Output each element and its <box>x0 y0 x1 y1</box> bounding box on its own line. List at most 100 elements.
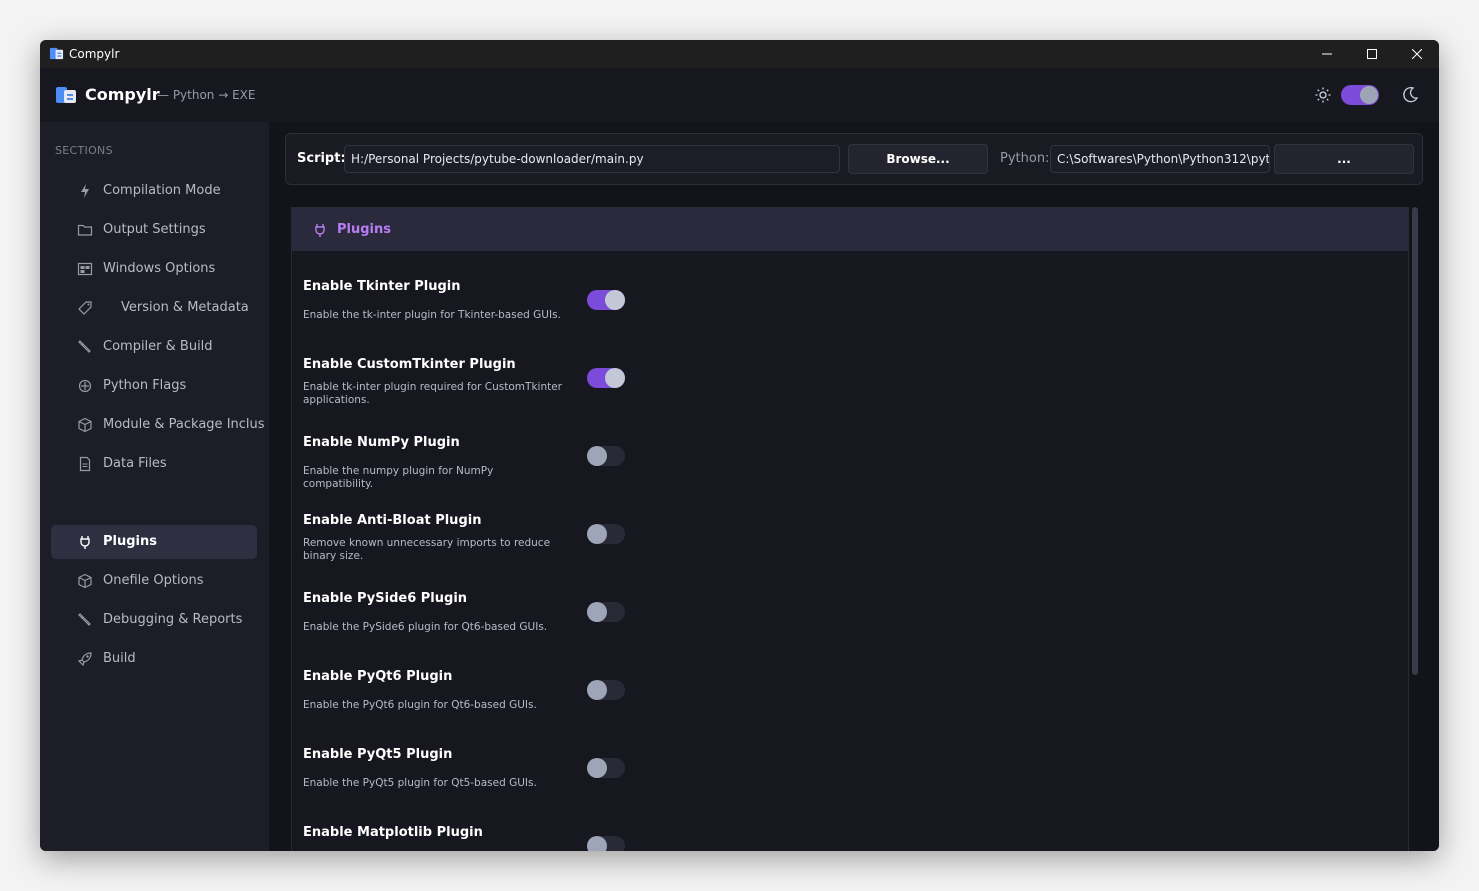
plugin-title: Enable CustomTkinter Plugin <box>303 357 516 372</box>
maximize-button[interactable] <box>1349 40 1394 68</box>
minimize-icon <box>1321 53 1332 55</box>
pyqt5-plugin-toggle[interactable] <box>587 758 625 778</box>
app-subtitle: — Python → EXE <box>157 88 256 102</box>
plugin-row-anti-bloat: Enable Anti-Bloat Plugin Remove known un… <box>303 513 633 591</box>
close-button[interactable] <box>1394 40 1439 68</box>
toggle-knob <box>605 368 625 388</box>
wrench-icon <box>78 340 91 353</box>
app-logo-icon <box>56 87 76 103</box>
toggle-knob <box>587 680 607 700</box>
plugin-title: Enable PySide6 Plugin <box>303 591 468 606</box>
plug-icon <box>315 224 325 237</box>
matplotlib-plugin-toggle[interactable] <box>587 836 625 851</box>
moon-icon <box>1403 87 1419 103</box>
script-label: Script: <box>297 151 346 166</box>
plugin-row-customtkinter: Enable CustomTkinter Plugin Enable tk-in… <box>303 357 633 435</box>
sun-icon <box>1315 87 1331 103</box>
panel-scrollbar[interactable] <box>1412 207 1418 675</box>
sidebar-item-label: Version & Metadata <box>121 300 249 315</box>
lightning-icon <box>81 184 89 198</box>
app-header: Compylr — Python → EXE <box>40 68 1439 122</box>
tkinter-plugin-toggle[interactable] <box>587 290 625 310</box>
file-icon <box>79 456 91 472</box>
main-content: Script: H:/Personal Projects/pytube-down… <box>269 122 1439 851</box>
sidebar-item-label: Build <box>103 651 136 666</box>
sidebar-item-module-package[interactable]: Module & Package Inclus <box>51 408 265 442</box>
plugin-row-pyqt6: Enable PyQt6 Plugin Enable the PyQt6 plu… <box>303 669 633 747</box>
sidebar-item-label: Python Flags <box>103 378 187 393</box>
toggle-knob <box>587 758 607 778</box>
toggle-knob <box>587 446 607 466</box>
customtkinter-plugin-toggle[interactable] <box>587 368 625 388</box>
package-icon <box>78 417 92 433</box>
python-path-input[interactable]: C:\Softwares\Python\Python312\pytho <box>1050 145 1270 173</box>
pyside6-plugin-toggle[interactable] <box>587 602 625 622</box>
sidebar-item-data-files[interactable]: Data Files <box>51 447 257 481</box>
sidebar-item-build[interactable]: Build <box>51 642 257 676</box>
plug-icon <box>80 536 90 549</box>
sidebar-item-compiler-build[interactable]: Compiler & Build <box>51 330 257 364</box>
plugin-description: Enable the numpy plugin for NumPy compat… <box>303 465 494 490</box>
plugin-description: Enable the tk-inter plugin for Tkinter-b… <box>303 309 561 321</box>
maximize-icon <box>1366 49 1377 59</box>
toggle-knob <box>587 602 607 622</box>
tag-icon <box>78 301 92 315</box>
plugin-row-numpy: Enable NumPy Plugin Enable the numpy plu… <box>303 435 633 513</box>
plugin-row-tkinter: Enable Tkinter Plugin Enable the tk-inte… <box>303 279 633 357</box>
sidebar-item-label: Compiler & Build <box>103 339 213 354</box>
script-path-input[interactable]: H:/Personal Projects/pytube-downloader/m… <box>344 145 840 173</box>
folder-icon <box>77 224 93 236</box>
panel-title: Plugins <box>337 222 391 237</box>
sidebar-item-debugging-reports[interactable]: Debugging & Reports <box>51 603 257 637</box>
sidebar-item-label: Data Files <box>103 456 167 471</box>
pyqt6-plugin-toggle[interactable] <box>587 680 625 700</box>
plugin-description: Remove known unnecessary imports to redu… <box>303 537 551 562</box>
sidebar-item-label: Windows Options <box>103 261 216 276</box>
sidebar-item-version-metadata[interactable]: Version & Metadata <box>51 291 257 325</box>
title-bar: Compylr <box>40 40 1439 68</box>
sidebar-section-title: SECTIONS <box>55 144 113 157</box>
sidebar-item-label: Plugins <box>103 534 157 549</box>
sidebar-item-compilation-mode[interactable]: Compilation Mode <box>51 174 257 208</box>
package-icon <box>78 573 92 589</box>
flags-icon <box>78 379 92 393</box>
python-label: Python: <box>1000 151 1050 166</box>
anti-bloat-plugin-toggle[interactable] <box>587 524 625 544</box>
plugin-title: Enable PyQt5 Plugin <box>303 747 453 762</box>
theme-toggle[interactable] <box>1341 85 1379 105</box>
minimize-button[interactable] <box>1304 40 1349 68</box>
script-bar: Script: H:/Personal Projects/pytube-down… <box>285 133 1423 185</box>
sidebar-item-plugins[interactable]: Plugins <box>51 525 257 559</box>
debug-icon <box>78 613 91 626</box>
close-icon <box>1411 49 1422 59</box>
app-logo-icon <box>49 47 64 60</box>
plugin-row-pyside6: Enable PySide6 Plugin Enable the PySide6… <box>303 591 633 669</box>
app-name: Compylr <box>85 85 160 104</box>
browse-button[interactable]: Browse... <box>848 144 988 174</box>
app-window: Compylr Compylr — Python → EXE SECTIONS … <box>40 40 1439 851</box>
sidebar-item-label: Debugging & Reports <box>103 612 243 627</box>
numpy-plugin-toggle[interactable] <box>587 446 625 466</box>
plugin-title: Enable Tkinter Plugin <box>303 279 461 294</box>
theme-toggle-knob <box>1360 86 1378 104</box>
sidebar-item-label: Compilation Mode <box>103 183 221 198</box>
sidebar-item-output-settings[interactable]: Output Settings <box>51 213 257 247</box>
python-browse-button[interactable]: ... <box>1274 144 1414 174</box>
sidebar-item-windows-options[interactable]: Windows Options <box>51 252 257 286</box>
sidebar-item-onefile-options[interactable]: Onefile Options <box>51 564 257 598</box>
window-title: Compylr <box>69 47 120 61</box>
sidebar-item-python-flags[interactable]: Python Flags <box>51 369 257 403</box>
plugin-title: Enable Matplotlib Plugin <box>303 825 483 840</box>
plugin-row-matplotlib: Enable Matplotlib Plugin <box>303 825 633 851</box>
plugin-description: Enable the PyQt5 plugin for Qt5-based GU… <box>303 777 537 789</box>
toggle-knob <box>605 290 625 310</box>
plugins-panel: Plugins Enable Tkinter Plugin Enable the… <box>291 207 1409 851</box>
panel-header: Plugins <box>292 208 1408 251</box>
toggle-knob <box>587 524 607 544</box>
plugin-description: Enable tk-inter plugin required for Cust… <box>303 381 562 406</box>
rocket-icon <box>77 652 92 667</box>
plugin-title: Enable NumPy Plugin <box>303 435 460 450</box>
plugin-title: Enable PyQt6 Plugin <box>303 669 453 684</box>
plugin-description: Enable the PySide6 plugin for Qt6-based … <box>303 621 548 633</box>
plugin-title: Enable Anti-Bloat Plugin <box>303 513 482 528</box>
